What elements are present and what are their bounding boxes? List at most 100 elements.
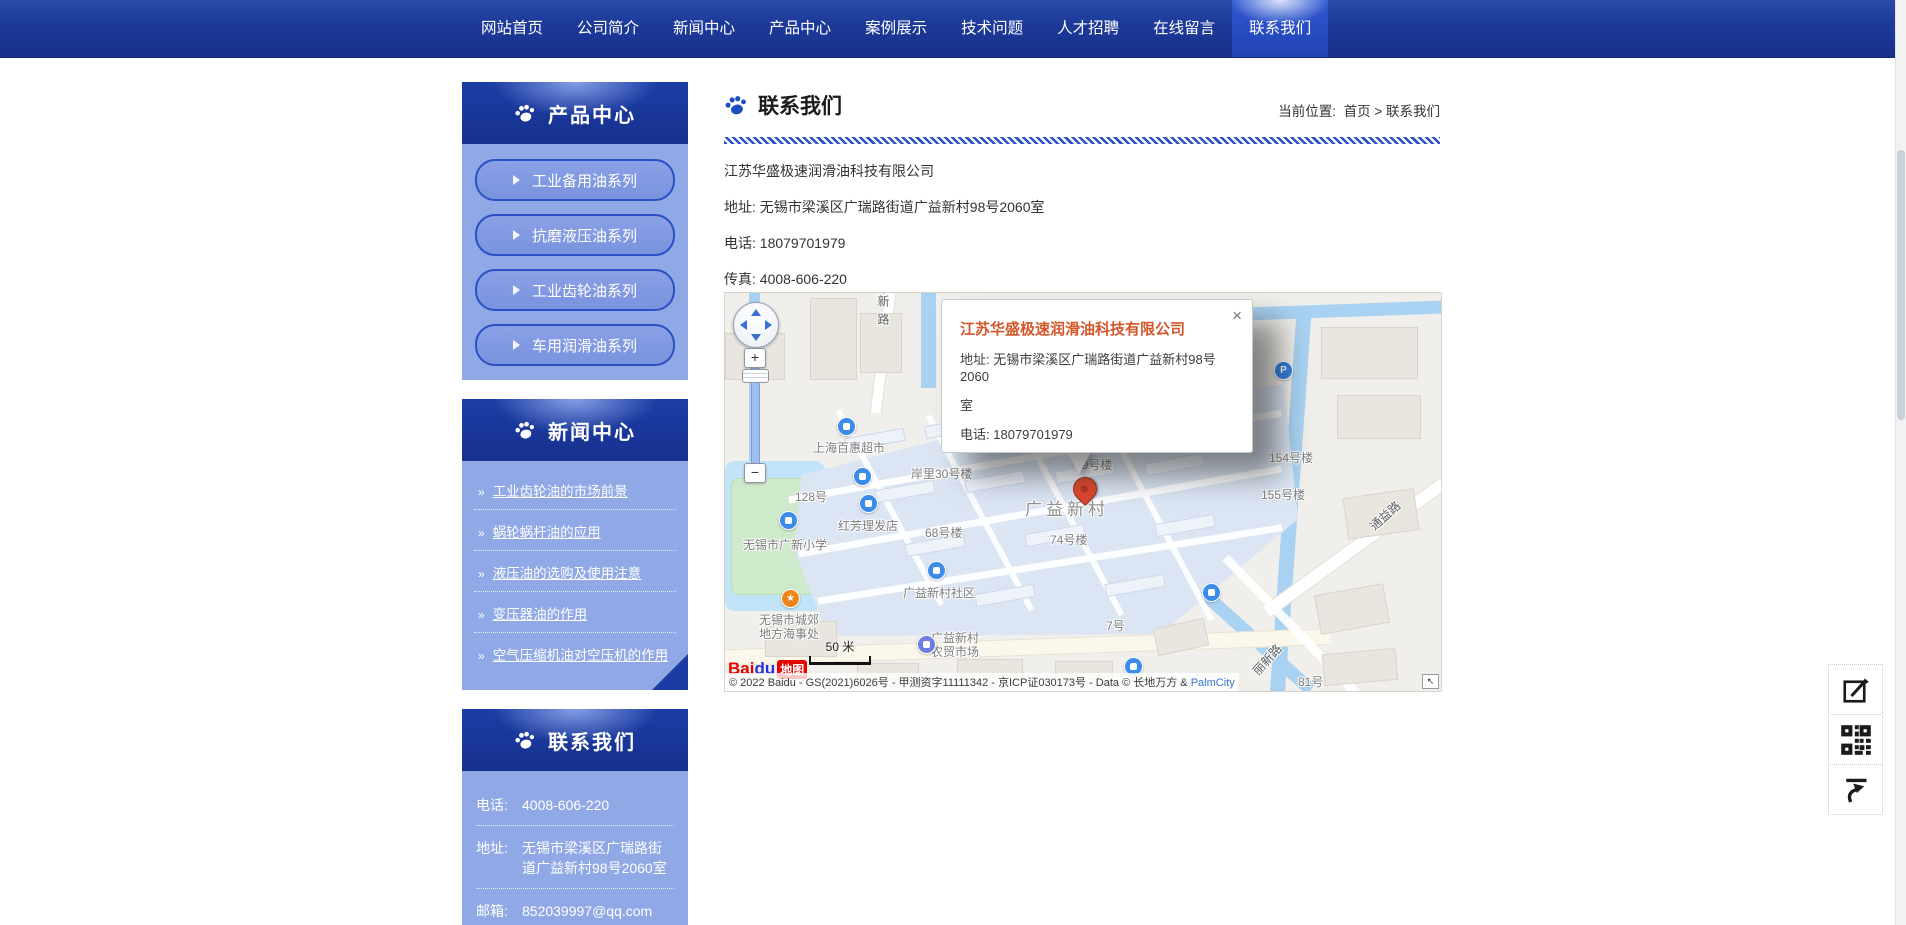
map-label: 154号楼 xyxy=(1269,449,1313,466)
poi-parking-icon[interactable]: P xyxy=(1274,361,1293,380)
breadcrumb-home-link[interactable]: 首页 xyxy=(1344,104,1371,119)
contact-section-header: 联系我们 xyxy=(462,709,688,771)
poi-transit-icon[interactable] xyxy=(853,467,872,486)
poi-community-icon[interactable] xyxy=(927,561,946,580)
nav-item-cases[interactable]: 案例展示 xyxy=(848,0,944,57)
product-category-button-1[interactable]: 工业备用油系列 xyxy=(475,159,675,201)
pan-down-icon[interactable] xyxy=(751,334,761,341)
news-link-2[interactable]: »蜗轮蜗杆油的应用 xyxy=(474,510,676,551)
poi-supermarket-icon[interactable] xyxy=(837,417,856,436)
news-link-5[interactable]: »空气压缩机油对空压机的作用 xyxy=(474,633,676,674)
baidu-map-canvas[interactable]: 新路 岸里30号楼 69号楼 广益新村 上海百惠超市 红芳理发店 128号 68… xyxy=(724,292,1442,692)
nav-item-jobs[interactable]: 人才招聘 xyxy=(1040,0,1136,57)
nav-item-home[interactable]: 网站首页 xyxy=(464,0,560,57)
news-link-3[interactable]: »液压油的选购及使用注意 xyxy=(474,551,676,592)
news-link-1[interactable]: »工业齿轮油的市场前景 xyxy=(474,469,676,510)
nav-item-about[interactable]: 公司简介 xyxy=(560,0,656,57)
triangle-bullet-icon xyxy=(513,285,520,295)
sidebar: 产品中心 工业备用油系列 抗磨液压油系列 工业齿轮油系列 车用润滑油系列 xyxy=(462,82,688,925)
checker-divider xyxy=(724,136,1440,145)
fax-value: 4008-606-220 xyxy=(760,271,847,287)
infowindow-address-line2: 室 xyxy=(960,397,1234,414)
back-to-top-button[interactable] xyxy=(1828,764,1883,815)
nav-item-message[interactable]: 在线留言 xyxy=(1136,0,1232,57)
map-label-neighborhood: 广益新村 xyxy=(1025,495,1109,520)
product-section-header: 产品中心 xyxy=(462,82,688,144)
contact-email-row: 邮箱: 852039997@qq.com xyxy=(476,889,674,925)
map-label: 81号 xyxy=(1298,673,1323,690)
email-value: 852039997@qq.com xyxy=(522,901,674,921)
product-category-label: 抗磨液压油系列 xyxy=(532,225,637,246)
double-arrow-icon: » xyxy=(478,526,485,540)
top-nav-bar: 网站首页 公司简介 新闻中心 产品中心 案例展示 技术问题 人才招聘 在线留言 … xyxy=(0,0,1906,58)
main-content: 联系我们 当前位置: 首页 > 联系我们 江苏华盛极速润滑油科技有限公司 地址:… xyxy=(724,82,1440,289)
company-phone-line: 电话: 18079701979 xyxy=(724,233,1440,253)
address-value: 无锡市梁溪区广瑞路街道广益新村98号2060室 xyxy=(760,199,1045,215)
zoom-in-button[interactable]: + xyxy=(744,348,766,368)
infowindow-close-icon[interactable]: × xyxy=(1232,308,1242,324)
scrollbar-thumb[interactable] xyxy=(1897,150,1905,420)
map-label: 岸里30号楼 xyxy=(911,465,972,482)
qr-code-icon xyxy=(1840,724,1872,756)
double-arrow-icon: » xyxy=(478,649,485,663)
nav-item-news[interactable]: 新闻中心 xyxy=(656,0,752,57)
feedback-button[interactable] xyxy=(1828,664,1883,715)
map-label: 上海百惠超市 xyxy=(813,439,885,456)
product-category-button-4[interactable]: 车用润滑油系列 xyxy=(475,324,675,366)
infowindow-title: 江苏华盛极速润滑油科技有限公司 xyxy=(960,318,1234,339)
phone-value: 18079701979 xyxy=(760,235,846,251)
qr-code-button[interactable] xyxy=(1828,714,1883,765)
company-name: 江苏华盛极速润滑油科技有限公司 xyxy=(724,161,1440,181)
nav-item-contact-active[interactable]: 联系我们 xyxy=(1232,0,1328,57)
news-list: »工业齿轮油的市场前景 »蜗轮蜗杆油的应用 »液压油的选购及使用注意 »变压器油… xyxy=(462,461,688,690)
double-arrow-icon: » xyxy=(478,485,485,499)
map-label: 68号楼 xyxy=(925,524,962,541)
northwest-arrow-icon[interactable]: ↖ xyxy=(1422,674,1439,689)
phone-value: 4008-606-220 xyxy=(522,795,674,815)
palmcity-link[interactable]: PalmCity xyxy=(1191,677,1235,689)
double-arrow-icon: » xyxy=(478,567,485,581)
infowindow-phone-line: 电话: 18079701979 xyxy=(960,426,1234,443)
product-category-button-3[interactable]: 工业齿轮油系列 xyxy=(475,269,675,311)
poi-market-icon[interactable] xyxy=(917,635,936,654)
page-header: 联系我们 当前位置: 首页 > 联系我们 xyxy=(724,82,1440,128)
pan-right-icon[interactable] xyxy=(765,320,772,330)
product-category-label: 工业备用油系列 xyxy=(532,170,637,191)
paw-icon xyxy=(512,727,538,753)
map-label: 无锡市广新小学 xyxy=(743,536,827,553)
zoom-slider-handle[interactable] xyxy=(742,369,769,383)
poi-transit-icon[interactable] xyxy=(1202,583,1221,602)
map-label: 红芳理发店 xyxy=(838,517,898,534)
nav-item-products[interactable]: 产品中心 xyxy=(752,0,848,57)
product-list: 工业备用油系列 抗磨液压油系列 工业齿轮油系列 车用润滑油系列 xyxy=(462,144,688,380)
nav-menu: 网站首页 公司简介 新闻中心 产品中心 案例展示 技术问题 人才招聘 在线留言 … xyxy=(464,0,1328,57)
page-title: 联系我们 xyxy=(724,90,842,120)
address-label: 地址: xyxy=(724,199,756,215)
product-category-button-2[interactable]: 抗磨液压油系列 xyxy=(475,214,675,256)
map-pan-control[interactable] xyxy=(733,302,779,348)
triangle-bullet-icon xyxy=(513,175,520,185)
poi-school-icon[interactable] xyxy=(779,511,798,530)
pan-up-icon[interactable] xyxy=(751,309,761,316)
poi-maritime-star-icon[interactable]: ★ xyxy=(781,589,800,608)
zoom-out-button[interactable]: − xyxy=(744,463,766,483)
pan-left-icon[interactable] xyxy=(740,320,747,330)
breadcrumb: 当前位置: 首页 > 联系我们 xyxy=(1278,100,1440,120)
contact-section-title: 联系我们 xyxy=(548,726,636,755)
contact-phone-row: 电话: 4008-606-220 xyxy=(476,783,674,826)
double-arrow-icon: » xyxy=(478,608,485,622)
back-to-top-icon xyxy=(1841,775,1871,805)
breadcrumb-current[interactable]: 联系我们 xyxy=(1386,104,1440,119)
map-label: 广益新村社区 xyxy=(903,584,975,601)
sidebar-contact-section: 联系我们 电话: 4008-606-220 地址: 无锡市梁溪区广瑞路街道广益新… xyxy=(462,709,688,925)
edit-pencil-icon xyxy=(1841,675,1871,705)
nav-item-tech[interactable]: 技术问题 xyxy=(944,0,1040,57)
poi-barbershop-icon[interactable] xyxy=(859,494,878,513)
phone-label: 电话: xyxy=(724,235,756,251)
infowindow-address-line1: 地址: 无锡市梁溪区广瑞路街道广益新村98号2060 xyxy=(960,351,1234,385)
paw-icon xyxy=(512,417,538,443)
map-scale: 50 米 xyxy=(809,638,871,665)
fax-label: 传真: xyxy=(724,271,756,287)
news-link-4[interactable]: »变压器油的作用 xyxy=(474,592,676,633)
scrollbar-track[interactable] xyxy=(1895,0,1906,925)
